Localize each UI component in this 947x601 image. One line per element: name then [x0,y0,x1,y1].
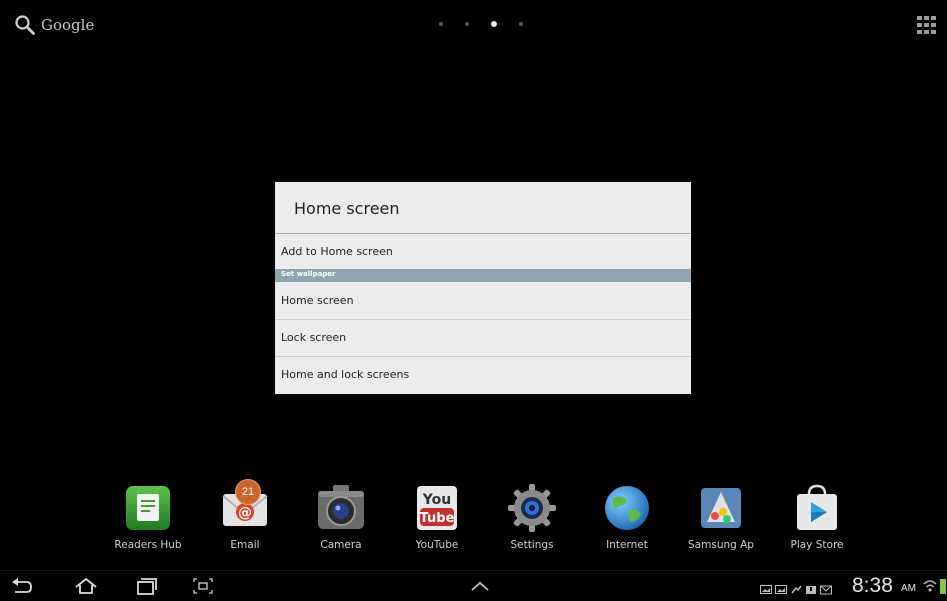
dock-app-label: Readers Hub [114,539,182,551]
system-bar: 8:38 AM [0,570,947,601]
dock-app-readers-hub[interactable]: Readers Hub [108,482,188,554]
svg-text:@: @ [238,505,252,521]
youtube-icon: You Tube [417,486,457,530]
wifi-icon [923,580,937,592]
page-dot [439,22,443,26]
page-dot [465,22,469,26]
screenshot-icon [193,578,213,594]
add-to-home-screen-option[interactable]: Add to Home screen [275,234,691,270]
notification-panel-button[interactable] [468,576,492,596]
youtube-icon-text-top: You [422,492,451,508]
apps-grid-button[interactable] [917,16,937,34]
download-notification-icon [805,580,817,594]
option-label: Home screen [281,294,354,307]
google-search-bar[interactable]: Google [14,12,94,38]
wallpaper-home-and-lock-option[interactable]: Home and lock screens [275,357,691,393]
recent-apps-button[interactable] [135,576,159,596]
home-icon [75,577,97,594]
dock-app-youtube[interactable]: You Tube YouTube [397,482,477,554]
clock-time: 8:38 [852,574,893,597]
dock-app-email[interactable]: @ 21 Email [205,479,285,554]
youtube-icon-text-bottom: Tube [420,511,455,526]
dock-app-internet[interactable]: Internet [587,482,667,554]
dock-app-label: Camera [320,539,362,551]
dock-app-play-store[interactable]: Play Store [777,482,857,554]
clock-ampm: AM [901,583,916,594]
samsung-apps-icon [701,488,741,528]
page-dot-active [491,21,497,27]
dialog-title: Home screen [294,199,400,218]
notification-icons [760,580,832,595]
screenshot-button[interactable] [191,576,215,596]
gallery-notification-icon [775,580,787,594]
search-icon [15,15,35,35]
gallery-notification-icon [760,580,772,594]
google-search-label: Google [41,16,95,34]
settings-icon [508,484,556,532]
readers-hub-icon [126,486,170,530]
play-store-icon [797,484,837,530]
home-button[interactable] [74,576,98,596]
dock-app-samsung-apps[interactable]: Samsung Ap [681,482,761,554]
home-screen: Google Home screen Add to Home screen Se… [0,0,947,601]
section-header-label: Set wallpaper [281,270,336,278]
camera-icon [318,485,364,529]
back-button[interactable] [10,576,34,596]
back-icon [12,578,32,593]
email-unread-badge: 21 [235,479,261,505]
page-indicator [439,21,545,27]
battery-icon [940,579,946,594]
dock-app-label: Settings [510,539,554,551]
option-label: Lock screen [281,331,347,344]
dock-app-label: Play Store [790,539,844,551]
dock-app-label: Internet [606,539,648,551]
option-label: Home and lock screens [281,368,410,381]
dock-app-label: Email [230,539,260,551]
email-notification-icon [820,580,832,595]
dock-app-label: Samsung Ap [688,539,754,551]
recent-apps-icon [137,578,157,595]
internet-icon [605,486,649,530]
set-wallpaper-section-header: Set wallpaper [275,269,691,282]
wallpaper-lock-screen-option[interactable]: Lock screen [275,320,691,356]
dock-app-label: YouTube [415,539,459,551]
dock-app-camera[interactable]: Camera [301,482,381,554]
chevron-up-icon [471,581,489,591]
page-dot [519,22,523,26]
option-label: Add to Home screen [281,245,393,258]
home-screen-dialog: Home screen Add to Home screen Set wallp… [275,182,691,394]
wallpaper-home-screen-option[interactable]: Home screen [275,283,691,319]
dock-app-settings[interactable]: Settings [492,482,572,554]
usb-debugging-icon [790,580,802,594]
